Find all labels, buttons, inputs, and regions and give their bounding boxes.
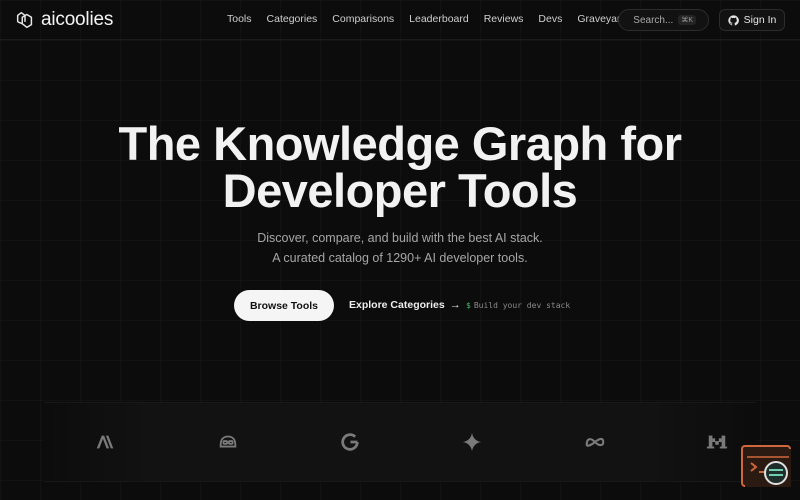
search-button[interactable]: Search... ⌘K xyxy=(618,9,709,31)
hero-subtitle-line-1: Discover, compare, and build with the be… xyxy=(257,231,543,245)
brand-logo[interactable]: aicoolies xyxy=(14,9,113,31)
hand-logo-icon xyxy=(16,11,33,29)
nav-link-devs[interactable]: Devs xyxy=(538,13,562,25)
feedback-chat-icon xyxy=(745,449,791,487)
top-navbar: aicoolies Tools Categories Comparisons L… xyxy=(0,0,800,40)
sign-in-button[interactable]: Sign In xyxy=(719,9,785,31)
copilot-icon xyxy=(217,431,239,453)
hero-subtitle-line-2: A curated catalog of 1290+ AI developer … xyxy=(272,251,528,265)
mistral-icon xyxy=(706,431,728,453)
hero-subtitle: Discover, compare, and build with the be… xyxy=(0,228,800,268)
gemini-icon xyxy=(461,431,483,453)
hero-title-line-1: The Knowledge Graph for xyxy=(118,117,682,170)
github-icon xyxy=(727,14,739,25)
nav-links: Tools Categories Comparisons Leaderboard… xyxy=(227,13,626,25)
nav-link-comparisons[interactable]: Comparisons xyxy=(332,13,394,25)
nav-link-categories[interactable]: Categories xyxy=(267,13,318,25)
terminal-text: Build your dev stack xyxy=(473,301,571,310)
explore-categories-label: Explore Categories xyxy=(349,299,445,311)
nav-link-leaderboard[interactable]: Leaderboard xyxy=(409,13,469,25)
search-placeholder: Search... xyxy=(633,14,674,26)
meta-icon xyxy=(584,431,606,453)
nav-link-tools[interactable]: Tools xyxy=(227,13,252,25)
browse-tools-button[interactable]: Browse Tools xyxy=(234,290,334,321)
google-icon xyxy=(339,431,361,453)
search-shortcut: ⌘K xyxy=(678,15,696,25)
sign-in-label: Sign In xyxy=(743,14,777,26)
terminal-prompt: $ xyxy=(466,301,471,310)
cta-row: Browse Tools Explore Categories → $ Build… xyxy=(0,290,800,321)
partner-logo-strip xyxy=(44,402,756,482)
hero-title-line-2: Developer Tools xyxy=(222,164,578,217)
anthropic-icon xyxy=(94,431,116,453)
feedback-widget-button[interactable] xyxy=(741,445,791,487)
arrow-right-icon: → xyxy=(449,299,461,311)
nav-link-reviews[interactable]: Reviews xyxy=(484,13,524,25)
explore-categories-link[interactable]: Explore Categories → xyxy=(349,299,461,311)
hero-title: The Knowledge Graph for Developer Tools xyxy=(0,120,800,214)
terminal-hint: $ Build your dev stack xyxy=(466,301,570,310)
brand-name: aicoolies xyxy=(41,9,114,30)
